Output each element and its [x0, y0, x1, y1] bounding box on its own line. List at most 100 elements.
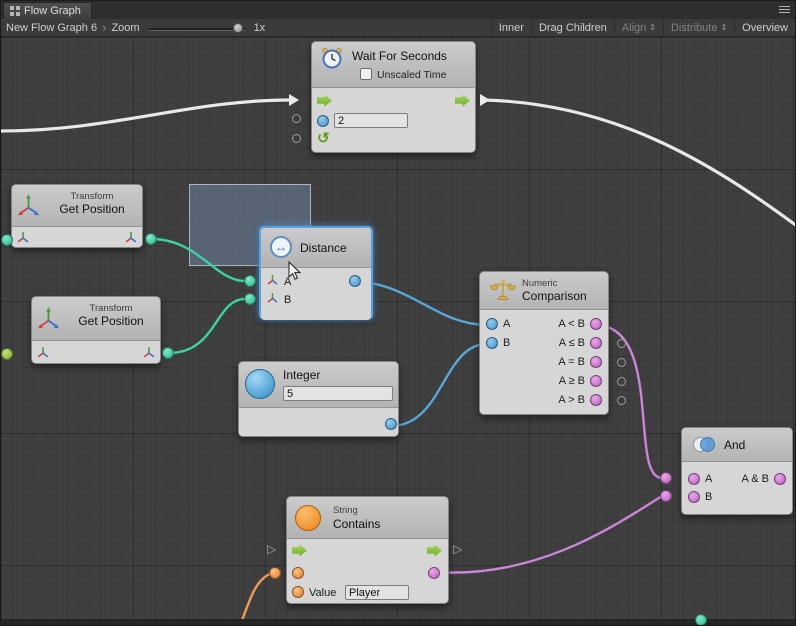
venn-and-icon — [692, 436, 716, 458]
bottom-edge-port[interactable] — [695, 614, 707, 626]
node-string-contains[interactable]: String Contains Value — [286, 496, 449, 604]
vector-icon — [266, 273, 279, 291]
node-title: Wait For Seconds — [352, 49, 447, 63]
output-leq-port[interactable] — [590, 337, 602, 349]
flow-out-port[interactable] — [427, 544, 442, 557]
clock-icon — [320, 46, 344, 75]
overview-button[interactable]: Overview — [734, 19, 795, 36]
node-distance[interactable]: ↔ Distance A B — [259, 226, 373, 320]
unconnected-port[interactable] — [617, 339, 626, 348]
seconds-port[interactable] — [317, 115, 329, 127]
output-less-port[interactable] — [590, 318, 602, 330]
integer-output-port[interactable] — [385, 418, 397, 430]
flow-in-port[interactable] — [317, 94, 332, 107]
wire-flow-out[interactable] — [483, 100, 796, 229]
wire-flow-in[interactable] — [1, 100, 289, 131]
zoom-slider[interactable] — [149, 20, 245, 36]
transform-port-icon[interactable] — [16, 230, 30, 249]
node-title: Comparison — [522, 289, 587, 303]
flow-wire-arrow-icon — [289, 94, 299, 106]
bottom-panel-edge — [1, 619, 796, 626]
mouse-cursor — [287, 261, 301, 286]
window-menu-icon[interactable] — [779, 6, 790, 15]
inner-button[interactable]: Inner — [491, 19, 531, 36]
position2-output-port[interactable] — [162, 347, 174, 359]
drag-children-button[interactable]: Drag Children — [531, 19, 614, 36]
unconnected-port[interactable] — [617, 377, 626, 386]
distance-output-port[interactable] — [349, 275, 361, 287]
value-input[interactable] — [345, 585, 409, 600]
flow-wire-arrow-icon — [480, 94, 490, 106]
unconnected-flow-out-icon[interactable]: ▷ — [453, 543, 462, 555]
align-dropdown[interactable]: Align⇕ — [614, 19, 663, 36]
and-output-port[interactable] — [774, 473, 786, 485]
integer-input[interactable] — [283, 386, 393, 401]
value-port[interactable] — [292, 586, 304, 598]
position1-output-port[interactable] — [145, 233, 157, 245]
wire-distance-to-comparison-a[interactable] — [353, 281, 487, 325]
output-gt-port[interactable] — [590, 394, 602, 406]
seconds-input[interactable] — [334, 113, 408, 128]
input-b-port[interactable] — [486, 337, 498, 349]
unconnected-flow-in-icon[interactable]: ▷ — [267, 543, 276, 555]
unconnected-port[interactable] — [292, 134, 301, 143]
graph-canvas[interactable]: Wait For Seconds Unscaled Time ↺ — [1, 37, 796, 626]
node-title: Distance — [300, 241, 347, 255]
node-category: Transform — [62, 303, 160, 314]
comparison-row: A A < B — [480, 314, 608, 333]
string-wire-port[interactable] — [269, 567, 281, 579]
unscaled-time-checkbox[interactable] — [360, 68, 372, 80]
input-b-port[interactable] — [688, 491, 700, 503]
zoom-slider-track[interactable] — [149, 28, 245, 30]
comparison-row: B A ≤ B — [480, 333, 608, 352]
coroutine-loop-icon[interactable]: ↺ — [317, 131, 330, 146]
node-wait-for-seconds[interactable]: Wait For Seconds Unscaled Time ↺ — [311, 41, 476, 153]
distribute-dropdown[interactable]: Distribute⇕ — [663, 19, 734, 36]
node-title: Integer — [283, 368, 320, 382]
transform-gizmo-icon — [15, 192, 42, 224]
scales-icon — [490, 278, 516, 307]
unconnected-port[interactable] — [292, 114, 301, 123]
contains-result-port[interactable] — [428, 567, 440, 579]
and-a-wire-port[interactable] — [660, 472, 672, 484]
input-b-label: B — [284, 294, 291, 306]
input-a-port[interactable] — [486, 318, 498, 330]
string-input-port[interactable] — [292, 567, 304, 579]
wire-contains-to-and-b[interactable] — [434, 496, 662, 573]
flow-in-port[interactable] — [292, 544, 307, 557]
position-output-icon[interactable] — [124, 230, 138, 249]
zoom-slider-handle[interactable] — [233, 23, 243, 33]
position-output-icon[interactable] — [142, 345, 156, 364]
comparison-row: A ≥ B — [480, 371, 608, 390]
node-get-position-2[interactable]: Transform Get Position — [31, 296, 161, 364]
distance-a-port[interactable] — [244, 275, 256, 287]
breadcrumb[interactable]: New Flow Graph 6 — [1, 22, 102, 34]
green-wire-port[interactable] — [1, 348, 13, 360]
node-and[interactable]: And A A & B B — [681, 427, 793, 515]
zoom-value: 1x — [249, 22, 271, 34]
input-a-port[interactable] — [688, 473, 700, 485]
wire-integer-to-comparison-b[interactable] — [391, 344, 487, 426]
distribute-arrows-icon: ⇕ — [720, 23, 727, 32]
node-integer[interactable]: Integer — [238, 361, 399, 437]
and-b-wire-port[interactable] — [660, 490, 672, 502]
output-eq-port[interactable] — [590, 356, 602, 368]
vector-icon — [266, 291, 279, 309]
unconnected-port[interactable] — [617, 358, 626, 367]
node-category: Transform — [42, 191, 142, 202]
checkbox-label: Unscaled Time — [377, 69, 446, 81]
node-category: Numeric — [522, 278, 557, 289]
transform-gizmo-icon — [35, 305, 62, 337]
tab-title: Flow Graph — [24, 5, 81, 17]
wire-position2-to-distance-b[interactable] — [169, 299, 245, 353]
transform-input-port[interactable] — [1, 234, 13, 246]
distance-b-port[interactable] — [244, 293, 256, 305]
node-get-position-1[interactable]: Transform Get Position — [11, 184, 143, 248]
transform-port-icon[interactable] — [36, 345, 50, 364]
tab-flow-graph[interactable]: Flow Graph — [3, 2, 92, 19]
unconnected-port[interactable] — [617, 396, 626, 405]
integer-icon — [245, 369, 275, 399]
flow-out-port[interactable] — [455, 94, 470, 107]
node-numeric-comparison[interactable]: Numeric Comparison A A < B B A ≤ B A = B — [479, 271, 609, 415]
output-geq-port[interactable] — [590, 375, 602, 387]
